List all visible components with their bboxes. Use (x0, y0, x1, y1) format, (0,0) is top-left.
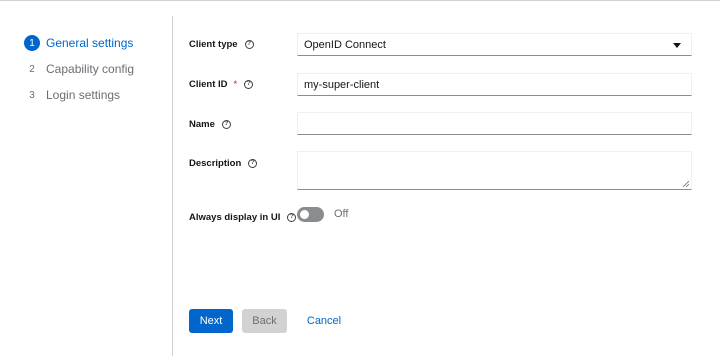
client-id-input[interactable]: my-super-client (297, 73, 692, 96)
client-type-select[interactable]: OpenID Connect (297, 33, 692, 56)
help-icon[interactable]: ? (244, 80, 254, 89)
client-type-value: OpenID Connect (304, 38, 386, 51)
description-label-text: Description (189, 158, 242, 169)
wizard-step-capability-config[interactable]: 2 Capability config (24, 59, 134, 79)
help-icon[interactable]: ? (248, 159, 258, 168)
help-icon[interactable]: ? (221, 120, 231, 129)
top-border (0, 0, 720, 1)
caret-down-icon (673, 43, 681, 48)
back-button[interactable]: Back (242, 309, 287, 333)
wizard-step-login-settings[interactable]: 3 Login settings (24, 85, 120, 105)
help-icon[interactable]: ? (287, 213, 297, 222)
client-id-value: my-super-client (304, 78, 380, 91)
step-label: Capability config (46, 62, 135, 76)
always-display-toggle[interactable] (297, 207, 324, 222)
client-id-label-text: Client ID (189, 79, 228, 90)
step-label: Login settings (46, 88, 121, 102)
step-number: 3 (29, 89, 35, 101)
client-type-label-text: Client type (189, 39, 238, 50)
client-type-label: Client type ? (189, 39, 254, 50)
name-label-text: Name (189, 119, 215, 130)
wizard-step-general-settings[interactable]: 1 General settings (24, 33, 133, 53)
toggle-knob (300, 210, 309, 219)
help-icon[interactable]: ? (244, 40, 254, 49)
step-number: 1 (24, 35, 40, 51)
client-id-label: Client ID * ? (189, 79, 254, 90)
toggle-state-label: Off (334, 208, 349, 220)
step-number: 2 (29, 63, 35, 75)
cancel-button[interactable]: Cancel (298, 309, 350, 333)
step-label: General settings (46, 36, 134, 50)
required-marker: * (233, 79, 238, 90)
always-display-label-text: Always display in UI (189, 212, 281, 223)
always-display-label: Always display in UI ? (189, 212, 297, 223)
description-textarea[interactable] (297, 151, 692, 190)
name-label: Name ? (189, 119, 231, 130)
name-input[interactable] (297, 112, 692, 135)
nav-divider (172, 16, 173, 356)
description-label: Description ? (189, 158, 258, 169)
next-button[interactable]: Next (189, 309, 233, 333)
resize-handle-icon[interactable] (682, 180, 689, 187)
